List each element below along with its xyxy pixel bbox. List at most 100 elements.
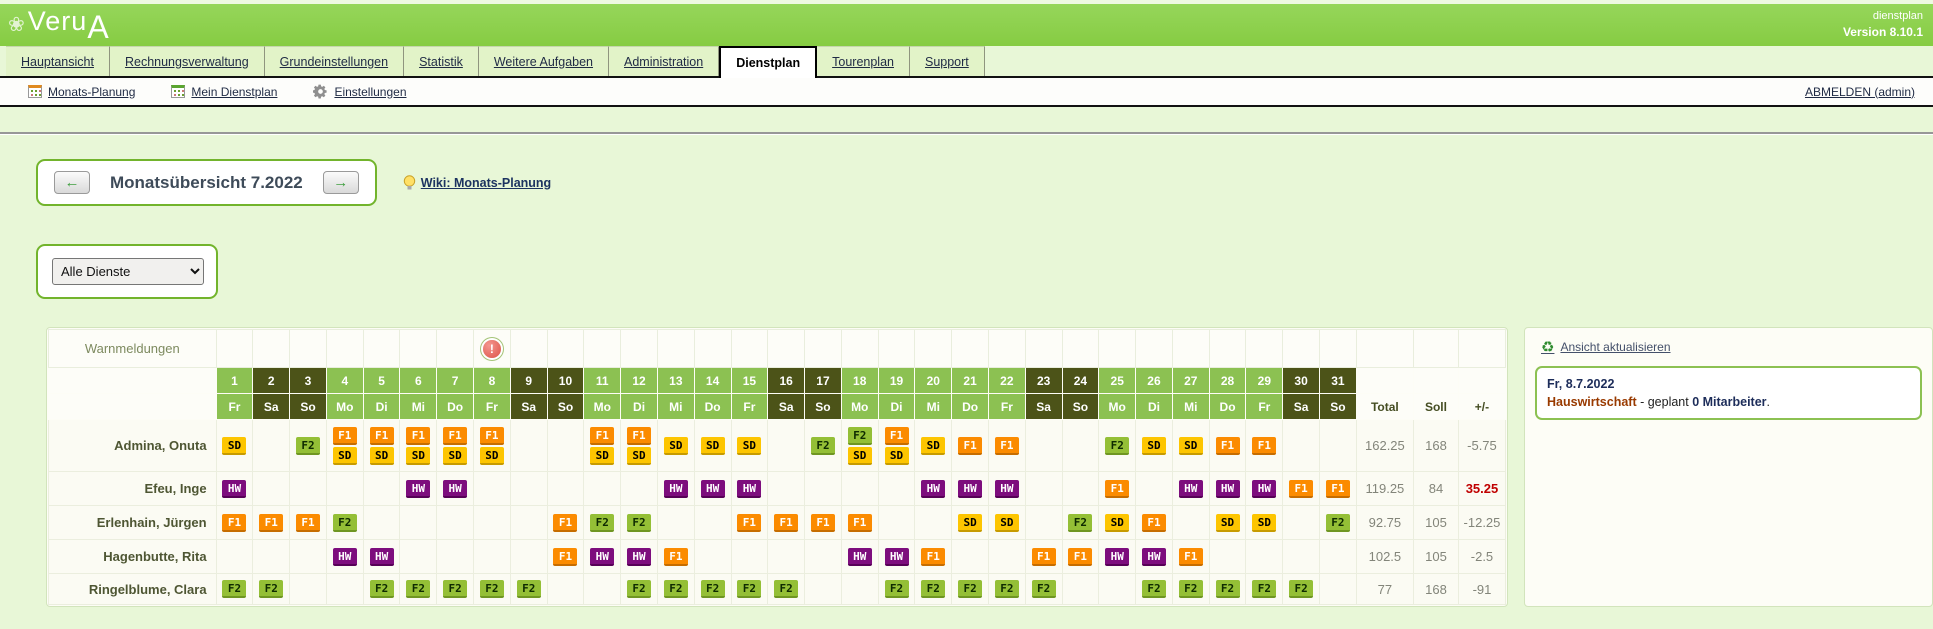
roster-cell-day-16[interactable]	[768, 540, 805, 574]
roster-cell-day-2[interactable]: F2	[253, 574, 290, 605]
roster-cell-day-19[interactable]: F1SD	[878, 420, 915, 472]
shift-badge-f2[interactable]: F2	[222, 580, 246, 598]
roster-cell-day-21[interactable]	[952, 540, 989, 574]
roster-cell-day-29[interactable]: F1	[1246, 420, 1283, 472]
day-header-19[interactable]: 19	[878, 368, 915, 394]
tab-statistik[interactable]: Statistik	[404, 46, 479, 76]
roster-cell-day-23[interactable]	[1025, 506, 1062, 540]
roster-cell-day-20[interactable]: SD	[915, 420, 952, 472]
weekday-header-18[interactable]: Mo	[841, 394, 878, 420]
roster-cell-day-17[interactable]	[805, 540, 842, 574]
day-header-22[interactable]: 22	[988, 368, 1025, 394]
shift-badge-f2[interactable]: F2	[1105, 437, 1129, 455]
shift-badge-f2[interactable]: F2	[774, 580, 798, 598]
roster-cell-day-12[interactable]: F2	[621, 574, 658, 605]
shift-badge-f2[interactable]: F2	[848, 427, 872, 445]
shift-badge-f2[interactable]: F2	[1252, 580, 1276, 598]
shift-badge-sd[interactable]: SD	[443, 447, 467, 465]
roster-cell-day-13[interactable]: F2	[657, 574, 694, 605]
roster-cell-day-7[interactable]: HW	[437, 472, 474, 506]
shift-badge-sd[interactable]: SD	[370, 447, 394, 465]
shift-badge-f1[interactable]: F1	[333, 427, 357, 445]
shift-badge-hw[interactable]: HW	[1216, 480, 1240, 498]
roster-cell-day-18[interactable]	[841, 574, 878, 605]
roster-cell-day-25[interactable]: F2	[1099, 420, 1136, 472]
shift-badge-f1[interactable]: F1	[259, 514, 283, 532]
shift-badge-f2[interactable]: F2	[921, 580, 945, 598]
roster-cell-day-14[interactable]: SD	[694, 420, 731, 472]
shift-badge-f1[interactable]: F1	[737, 514, 761, 532]
shift-badge-f1[interactable]: F1	[222, 514, 246, 532]
roster-cell-day-23[interactable]	[1025, 420, 1062, 472]
shift-badge-sd[interactable]: SD	[222, 437, 246, 455]
shift-badge-f2[interactable]: F2	[1179, 580, 1203, 598]
shift-badge-sd[interactable]: SD	[406, 447, 430, 465]
roster-cell-day-6[interactable]: HW	[400, 472, 437, 506]
shift-badge-f1[interactable]: F1	[443, 427, 467, 445]
weekday-header-9[interactable]: Sa	[510, 394, 547, 420]
refresh-view-link[interactable]: ♻ Ansicht aktualisieren	[1541, 338, 1922, 356]
roster-cell-day-3[interactable]	[290, 540, 327, 574]
shift-badge-sd[interactable]: SD	[995, 514, 1019, 532]
shift-badge-f1[interactable]: F1	[1252, 437, 1276, 455]
logout-link[interactable]: ABMELDEN (admin)	[1805, 85, 1915, 99]
shift-badge-f1[interactable]: F1	[1179, 548, 1203, 566]
shift-badge-hw[interactable]: HW	[406, 480, 430, 498]
roster-cell-day-15[interactable]: F2	[731, 574, 768, 605]
shift-badge-f2[interactable]: F2	[664, 580, 688, 598]
roster-cell-day-27[interactable]: F1	[1172, 540, 1209, 574]
roster-cell-day-19[interactable]	[878, 472, 915, 506]
roster-cell-day-9[interactable]	[510, 540, 547, 574]
shift-badge-hw[interactable]: HW	[443, 480, 467, 498]
shift-badge-f2[interactable]: F2	[1032, 580, 1056, 598]
shift-badge-hw[interactable]: HW	[590, 548, 614, 566]
shift-badge-f2[interactable]: F2	[480, 580, 504, 598]
roster-cell-day-17[interactable]: F2	[805, 420, 842, 472]
roster-cell-day-8[interactable]: F2	[474, 574, 511, 605]
roster-cell-day-6[interactable]: F2	[400, 574, 437, 605]
roster-cell-day-19[interactable]: HW	[878, 540, 915, 574]
roster-cell-day-9[interactable]: F2	[510, 574, 547, 605]
weekday-header-25[interactable]: Mo	[1099, 394, 1136, 420]
shift-badge-f2[interactable]: F2	[1216, 580, 1240, 598]
shift-badge-hw[interactable]: HW	[848, 548, 872, 566]
roster-cell-day-7[interactable]: F1 SD	[437, 420, 474, 472]
roster-cell-day-9[interactable]	[510, 420, 547, 472]
roster-cell-day-18[interactable]: HW	[841, 540, 878, 574]
day-header-18[interactable]: 18	[841, 368, 878, 394]
shift-badge-hw[interactable]: HW	[370, 548, 394, 566]
roster-cell-day-18[interactable]	[841, 472, 878, 506]
shift-badge-hw[interactable]: HW	[664, 480, 688, 498]
roster-cell-day-29[interactable]: F2	[1246, 574, 1283, 605]
roster-cell-day-22[interactable]: HW	[988, 472, 1025, 506]
roster-cell-day-20[interactable]: F1	[915, 540, 952, 574]
warning-alert-icon[interactable]: !	[483, 340, 501, 358]
weekday-header-27[interactable]: Mi	[1172, 394, 1209, 420]
roster-cell-day-1[interactable]: HW	[216, 472, 253, 506]
shift-badge-f2[interactable]: F2	[701, 580, 725, 598]
day-header-7[interactable]: 7	[437, 368, 474, 394]
day-header-13[interactable]: 13	[657, 368, 694, 394]
roster-cell-day-25[interactable]: F1	[1099, 472, 1136, 506]
weekday-header-26[interactable]: Di	[1136, 394, 1173, 420]
shift-badge-f2[interactable]: F2	[517, 580, 541, 598]
day-header-20[interactable]: 20	[915, 368, 952, 394]
day-header-4[interactable]: 4	[326, 368, 363, 394]
roster-cell-day-30[interactable]	[1283, 540, 1320, 574]
roster-cell-day-3[interactable]: F1	[290, 506, 327, 540]
shift-badge-sd[interactable]: SD	[958, 514, 982, 532]
roster-cell-day-11[interactable]	[584, 472, 621, 506]
roster-cell-day-8[interactable]	[474, 472, 511, 506]
roster-cell-day-24[interactable]	[1062, 472, 1099, 506]
roster-cell-day-13[interactable]	[657, 506, 694, 540]
roster-cell-day-29[interactable]	[1246, 540, 1283, 574]
tab-hauptansicht[interactable]: Hauptansicht	[6, 46, 110, 76]
roster-cell-day-30[interactable]	[1283, 506, 1320, 540]
roster-cell-day-4[interactable]	[326, 574, 363, 605]
roster-cell-day-5[interactable]: F1SD	[363, 420, 400, 472]
roster-cell-day-26[interactable]: F1	[1136, 506, 1173, 540]
shift-badge-f1[interactable]: F1	[553, 548, 577, 566]
shift-badge-f2[interactable]: F2	[259, 580, 283, 598]
weekday-header-22[interactable]: Fr	[988, 394, 1025, 420]
weekday-header-19[interactable]: Di	[878, 394, 915, 420]
